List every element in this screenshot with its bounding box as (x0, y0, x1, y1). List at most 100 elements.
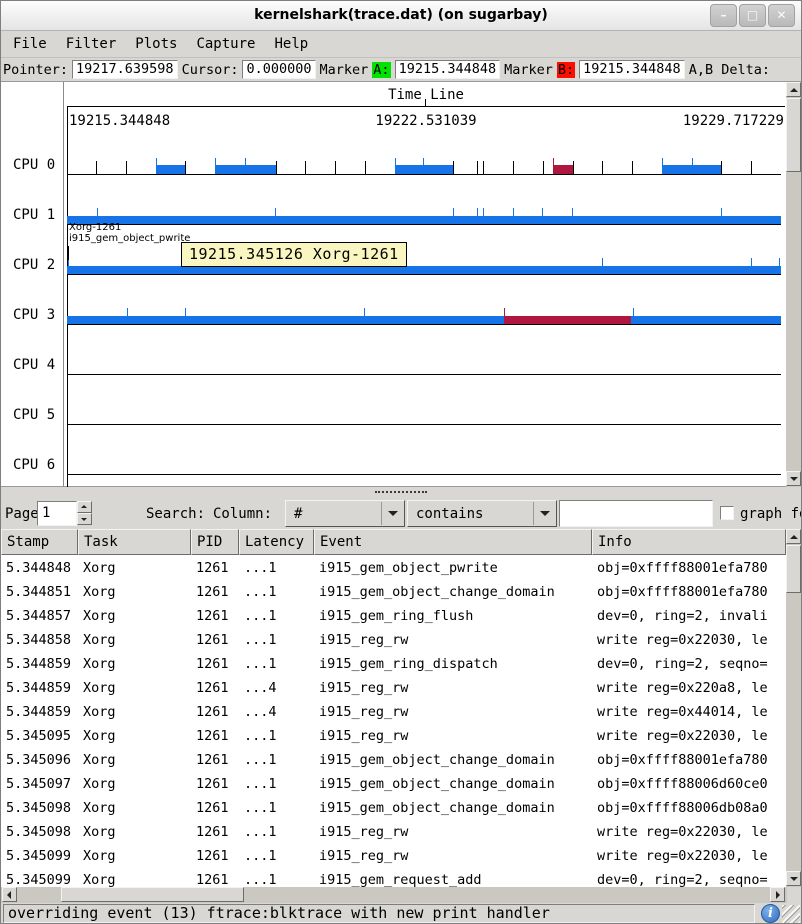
info-icon[interactable]: i (761, 904, 780, 923)
timeline-event-tick[interactable] (633, 308, 634, 324)
column-header-stamp[interactable]: Stamp (1, 529, 78, 555)
timeline-event-tick[interactable] (276, 161, 277, 174)
timeline-event-tick[interactable] (126, 161, 127, 174)
timeline-event-tick[interactable] (335, 161, 336, 174)
timeline-event-tick[interactable] (572, 208, 573, 224)
timeline-bar[interactable] (553, 165, 573, 174)
hscroll-thumb[interactable] (61, 887, 244, 902)
timeline-event-tick[interactable] (477, 161, 478, 174)
timeline-event-tick[interactable] (513, 208, 514, 224)
timeline-event-tick[interactable] (721, 208, 722, 224)
scroll-right-button[interactable] (770, 887, 785, 902)
timeline-bar[interactable] (67, 266, 781, 274)
timeline-event-tick[interactable] (483, 161, 484, 174)
table-row[interactable]: 5.344859Xorg1261...4i915_reg_rwwrite reg… (1, 699, 786, 723)
graph-follows-checkbox[interactable] (720, 506, 734, 520)
timeline-event-tick[interactable] (364, 308, 365, 324)
menu-item-filter[interactable]: Filter (64, 36, 119, 57)
splitter-handle-icon[interactable] (375, 491, 427, 494)
scroll-up-button[interactable] (786, 82, 801, 97)
close-button-icon[interactable]: ✕ (768, 4, 795, 27)
timeline-event-tick[interactable] (553, 158, 554, 174)
timeline-event-tick[interactable] (721, 161, 722, 174)
menu-item-plots[interactable]: Plots (133, 36, 179, 57)
timeline-event-tick[interactable] (395, 158, 396, 174)
timeline-event-tick[interactable] (483, 208, 484, 224)
timeline-event-tick[interactable] (305, 161, 306, 174)
timeline-bar[interactable] (156, 165, 185, 174)
timeline-event-tick[interactable] (779, 258, 780, 274)
table-row[interactable]: 5.344858Xorg1261...1i915_reg_rwwrite reg… (1, 627, 786, 651)
table-row[interactable]: 5.345099Xorg1261...1i915_gem_request_add… (1, 867, 786, 887)
table-row[interactable]: 5.345095Xorg1261...1i915_reg_rwwrite reg… (1, 723, 786, 747)
timeline-event-tick[interactable] (662, 158, 663, 174)
graph-vscroll-thumb[interactable] (786, 98, 801, 172)
menu-item-file[interactable]: File (11, 36, 49, 57)
search-input[interactable] (559, 500, 713, 527)
timeline-event-tick[interactable] (542, 208, 543, 224)
table-row[interactable]: 5.345098Xorg1261...1i915_gem_object_chan… (1, 795, 786, 819)
timeline-event-tick[interactable] (573, 161, 574, 174)
timeline-event-tick[interactable] (692, 158, 693, 174)
timeline-event-tick[interactable] (513, 161, 514, 174)
spin-down-button[interactable] (77, 513, 92, 525)
timeline-bar[interactable] (504, 316, 631, 324)
resize-grip[interactable] (782, 905, 800, 923)
timeline-event-tick[interactable] (632, 161, 633, 174)
timeline-event-tick[interactable] (423, 158, 424, 174)
table-row[interactable]: 5.344859Xorg1261...4i915_reg_rwwrite reg… (1, 675, 786, 699)
timeline-event-tick[interactable] (185, 308, 186, 324)
maximize-button-icon[interactable]: □ (739, 4, 766, 27)
timeline-event-tick[interactable] (275, 208, 276, 224)
timeline-event-tick[interactable] (453, 208, 454, 224)
marker-b-badge[interactable]: B: (557, 62, 575, 78)
table-row[interactable]: 5.345098Xorg1261...1i915_reg_rwwrite reg… (1, 819, 786, 843)
timeline-event-tick[interactable] (156, 158, 157, 174)
table-row[interactable]: 5.345097Xorg1261...1i915_gem_object_chan… (1, 771, 786, 795)
timeline-event-tick[interactable] (504, 308, 505, 324)
timeline-graph-panel[interactable]: Time Line 19215.344848 19222.531039 1922… (1, 81, 801, 487)
timeline-event-tick[interactable] (602, 161, 603, 174)
table-row[interactable]: 5.344851Xorg1261...1i915_gem_object_chan… (1, 579, 786, 603)
timeline-event-tick[interactable] (127, 308, 128, 324)
timeline-bar[interactable] (395, 165, 453, 174)
scroll-left-button[interactable] (2, 887, 17, 902)
column-header-pid[interactable]: PID (191, 529, 239, 555)
column-select[interactable]: # (285, 500, 405, 527)
minimize-button-icon[interactable]: – (710, 4, 737, 27)
match-select[interactable]: contains (407, 500, 557, 527)
page-spinner[interactable]: 1 (37, 501, 77, 526)
table-hscrollbar[interactable] (1, 887, 787, 903)
menu-item-help[interactable]: Help (272, 36, 310, 57)
timeline-event-tick[interactable] (68, 258, 69, 274)
timeline-event-tick[interactable] (185, 161, 186, 174)
table-row[interactable]: 5.344859Xorg1261...1i915_gem_ring_dispat… (1, 651, 786, 675)
graph-vscrollbar[interactable] (786, 82, 802, 487)
table-row[interactable]: 5.345096Xorg1261...1i915_gem_object_chan… (1, 747, 786, 771)
timeline-bar[interactable] (67, 316, 504, 324)
timeline-event-tick[interactable] (602, 258, 603, 274)
column-header-info[interactable]: Info (592, 529, 786, 555)
timeline-bar[interactable] (631, 316, 781, 324)
timeline-event-tick[interactable] (477, 208, 478, 224)
timeline-event-tick[interactable] (751, 258, 752, 274)
timeline-bar[interactable] (67, 216, 781, 224)
table-row[interactable]: 5.344848Xorg1261...1i915_gem_object_pwri… (1, 555, 786, 579)
column-header-event[interactable]: Event (314, 529, 592, 555)
menu-item-capture[interactable]: Capture (194, 36, 257, 57)
column-header-task[interactable]: Task (78, 529, 191, 555)
timeline-event-tick[interactable] (751, 161, 752, 174)
timeline-event-tick[interactable] (453, 161, 454, 174)
table-vscroll-thumb[interactable] (786, 545, 801, 593)
timeline-event-tick[interactable] (245, 158, 246, 174)
scroll-up-button[interactable] (786, 529, 801, 544)
timeline-event-tick[interactable] (96, 161, 97, 174)
spin-up-button[interactable] (77, 501, 92, 513)
table-row[interactable]: 5.345099Xorg1261...1i915_reg_rwwrite reg… (1, 843, 786, 867)
scroll-down-button[interactable] (786, 871, 801, 886)
scroll-down-button[interactable] (786, 471, 801, 486)
pane-splitter[interactable] (1, 487, 801, 498)
timeline-event-tick[interactable] (215, 158, 216, 174)
timeline-event-tick[interactable] (365, 161, 366, 174)
table-vscrollbar[interactable] (786, 529, 802, 887)
